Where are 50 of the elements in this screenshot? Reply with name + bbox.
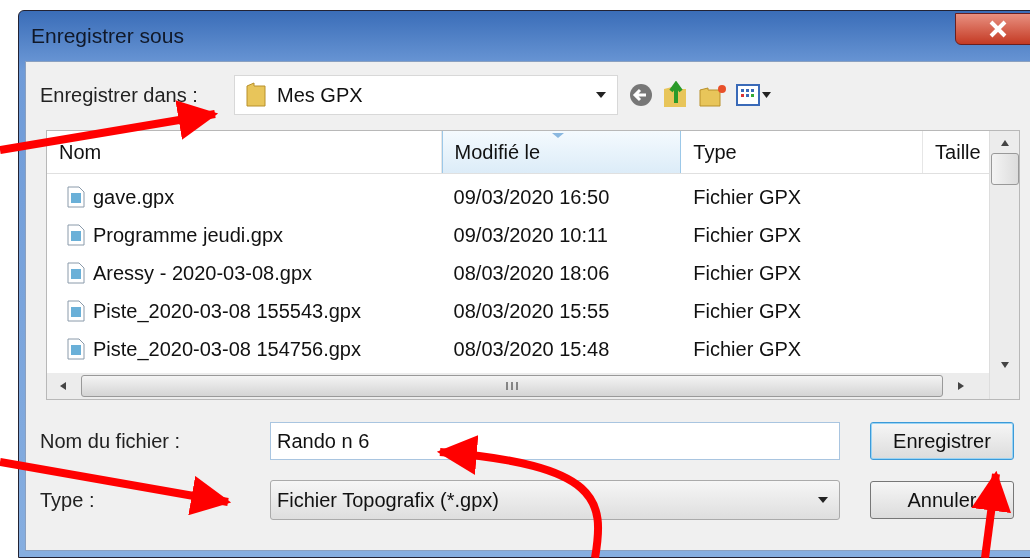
sort-arrow-icon bbox=[550, 132, 565, 139]
caret-icon bbox=[817, 496, 829, 504]
file-name-field[interactable]: Rando n 6 bbox=[270, 422, 840, 460]
scroll-right-icon[interactable] bbox=[957, 381, 965, 391]
column-header[interactable]: Taille bbox=[923, 131, 989, 173]
window-title: Enregistrer sous bbox=[31, 24, 185, 48]
folder-icon bbox=[245, 82, 267, 108]
file-icon bbox=[67, 186, 85, 208]
table-cell: Fichier GPX bbox=[693, 223, 802, 247]
horizontal-scrollbar[interactable] bbox=[47, 373, 989, 399]
save-in-label: Enregistrer dans : bbox=[40, 83, 199, 107]
view-menu-icon[interactable] bbox=[736, 83, 772, 107]
scroll-down-icon[interactable] bbox=[999, 361, 1010, 369]
caret-icon bbox=[595, 91, 607, 99]
dialog-button[interactable]: Enregistrer bbox=[870, 422, 1014, 460]
file-name[interactable]: Aressy - 2020-03-08.gpx bbox=[93, 261, 312, 285]
table-cell: Fichier GPX bbox=[693, 337, 802, 361]
file-icon bbox=[67, 262, 85, 284]
file-name[interactable]: Piste_2020-03-08 154756.gpx bbox=[93, 337, 361, 361]
file-name-label: Nom du fichier : bbox=[40, 429, 182, 453]
file-icon bbox=[67, 338, 85, 360]
table-cell: 09/03/2020 10:11 bbox=[453, 223, 608, 247]
close-icon bbox=[988, 20, 1008, 38]
file-icon bbox=[67, 224, 85, 246]
scroll-thumb[interactable] bbox=[990, 153, 1019, 185]
close-button[interactable] bbox=[955, 13, 1030, 45]
file-name[interactable]: gave.gpx bbox=[93, 185, 175, 209]
vertical-scrollbar[interactable] bbox=[989, 131, 1019, 399]
grip-icon bbox=[505, 381, 519, 391]
table-cell: 08/03/2020 15:55 bbox=[453, 299, 610, 323]
scroll-thumb[interactable] bbox=[81, 375, 943, 397]
table-cell: 09/03/2020 16:50 bbox=[453, 185, 610, 209]
table-cell: 08/03/2020 18:06 bbox=[453, 261, 610, 285]
table-cell: 08/03/2020 15:48 bbox=[453, 337, 610, 361]
column-header[interactable]: Modifié le bbox=[441, 131, 682, 173]
column-header[interactable]: Type bbox=[681, 131, 924, 173]
table-cell: Fichier GPX bbox=[693, 185, 802, 209]
file-name[interactable]: Piste_2020-03-08 155543.gpx bbox=[93, 299, 361, 323]
scroll-up-icon[interactable] bbox=[999, 139, 1010, 147]
file-name[interactable]: Programme jeudi.gpx bbox=[93, 223, 284, 247]
new-folder-icon[interactable] bbox=[698, 82, 728, 108]
scroll-left-icon[interactable] bbox=[59, 381, 67, 391]
table-cell: Fichier GPX bbox=[693, 261, 802, 285]
column-header[interactable]: Nom bbox=[47, 131, 442, 173]
table-cell: Fichier GPX bbox=[693, 299, 802, 323]
file-type-label: Type : bbox=[40, 488, 96, 512]
file-type-dropdown[interactable]: Fichier Topografix (*.gpx) bbox=[270, 480, 840, 520]
folder-dropdown[interactable]: Mes GPX bbox=[234, 75, 618, 115]
file-icon bbox=[67, 300, 85, 322]
back-icon[interactable] bbox=[628, 82, 654, 108]
